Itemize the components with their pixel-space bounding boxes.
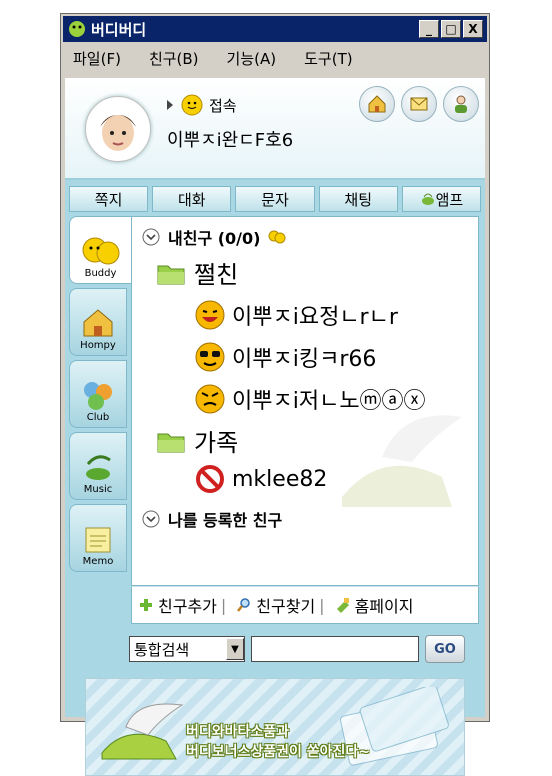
friend-name: 이뿌ㅈi요정ㄴrㄴr: [232, 305, 398, 330]
laughing-emoticon-icon: [195, 300, 225, 330]
green-folder-icon: [157, 433, 185, 452]
sidebar-item-music[interactable]: Music: [69, 432, 127, 500]
add-friend-label: 친구추가: [158, 597, 217, 616]
menu-bar: 파일(F) 친구(B) 기능(A) 도구(T): [63, 44, 487, 72]
link-separator: |: [319, 595, 325, 615]
group-name: 가족: [194, 429, 239, 457]
tab-amp-label: 앰프: [435, 190, 464, 209]
group-folder-family[interactable]: 가족: [156, 423, 238, 458]
promo-banner[interactable]: 버디와바타소품과 버디보너스상품권이 쏟아진다~: [85, 678, 465, 776]
registered-me-header[interactable]: 나를 등록한 친구: [142, 507, 282, 531]
link-separator: |: [220, 595, 227, 615]
find-friend-button[interactable]: 친구찾기: [236, 593, 315, 617]
group-folder-close-friends[interactable]: 쩔친: [156, 255, 238, 290]
avatar[interactable]: [85, 96, 151, 162]
registered-me-label: 나를 등록한 친구: [168, 511, 283, 530]
window-title: 버디버디: [91, 20, 147, 39]
club-icon: [84, 382, 112, 410]
tab-amp[interactable]: 앰프: [401, 186, 482, 212]
main-panel: 접속 이뿌ㅈi완ㄷF호6 쪽지 대화 문자 채팅 앰프 Buddy Hompy …: [65, 78, 485, 776]
tab-sms[interactable]: 문자: [235, 186, 315, 212]
sidebar-label-memo: Memo: [82, 556, 114, 567]
nickname[interactable]: 이뿌ㅈi완ㄷF호6: [167, 126, 293, 152]
plus-icon: [140, 599, 152, 611]
friend-name: 이뿌ㅈi저ㄴ노ⓜⓐⓧ: [232, 389, 426, 414]
friends-group-icon: [268, 230, 286, 244]
title-bar[interactable]: 버디버디 _ □ X: [63, 16, 487, 42]
mail-icon[interactable]: [401, 86, 437, 122]
friend-item[interactable]: mklee82: [194, 463, 327, 495]
search-input[interactable]: [251, 636, 419, 662]
sunglasses-emoticon-icon: [195, 342, 225, 372]
winged-shoe-icon: [101, 703, 184, 760]
search-category-select[interactable]: 통합검색 ▼: [129, 636, 245, 662]
menu-function[interactable]: 기능(A): [227, 48, 277, 69]
collapse-chevron-icon[interactable]: [142, 510, 160, 528]
homepage-button[interactable]: 홈페이지: [335, 593, 414, 617]
friend-list: 내친구 (0/0) 쩔친 이뿌ㅈi요정ㄴrㄴr 이뿌ㅈi킹ㅋr66 이뿌ㅈi저ㄴ…: [131, 216, 479, 586]
minimize-button[interactable]: _: [419, 20, 439, 38]
buddy-icon: [82, 237, 119, 265]
maximize-button[interactable]: □: [441, 20, 461, 38]
friend-item[interactable]: 이뿌ㅈi저ㄴ노ⓜⓐⓧ: [194, 383, 426, 415]
search-bar: 통합검색 ▼ GO: [129, 634, 465, 664]
tab-talk[interactable]: 대화: [152, 186, 232, 212]
find-friend-label: 친구찾기: [256, 597, 316, 616]
close-button[interactable]: X: [463, 20, 483, 38]
friend-name: mklee82: [232, 466, 328, 492]
bottom-links: 친구추가 | 친구찾기 | 홈페이지: [131, 586, 479, 624]
tab-note[interactable]: 쪽지: [69, 186, 149, 212]
go-button[interactable]: GO: [425, 635, 465, 663]
angry-emoticon-icon: [195, 384, 225, 414]
function-tabs: 쪽지 대화 문자 채팅 앰프: [69, 186, 482, 212]
home-icon[interactable]: [359, 86, 395, 122]
group-name: 쩔친: [194, 261, 239, 289]
buddy-app-icon: [69, 21, 85, 37]
banner-line-1: 버디와바타소품과: [186, 724, 290, 740]
blocked-icon: [196, 465, 224, 493]
menu-friend[interactable]: 친구(B): [149, 48, 199, 69]
my-friends-header[interactable]: 내친구 (0/0): [142, 225, 286, 249]
amp-icon: [421, 193, 434, 205]
sidebar-item-hompy[interactable]: Hompy: [69, 288, 127, 356]
tab-chat[interactable]: 채팅: [318, 186, 398, 212]
online-emoticon-icon: [181, 94, 203, 116]
my-icon[interactable]: [443, 86, 479, 122]
search-icon: [237, 598, 251, 612]
friend-item[interactable]: 이뿌ㅈi요정ㄴrㄴr: [194, 299, 398, 331]
my-friends-label: 내친구 (0/0): [168, 229, 261, 248]
menu-file[interactable]: 파일(F): [73, 48, 121, 69]
memo-icon: [85, 527, 111, 553]
sidebar-label-club: Club: [86, 412, 110, 423]
sidebar-label-hompy: Hompy: [80, 340, 116, 351]
sidebar-label-music: Music: [83, 484, 113, 495]
friend-item[interactable]: 이뿌ㅈi킹ㅋr66: [194, 341, 376, 373]
homepage-label: 홈페이지: [354, 597, 414, 616]
menu-tools[interactable]: 도구(T): [304, 48, 352, 69]
green-folder-icon: [157, 265, 185, 284]
sidebar-item-memo[interactable]: Memo: [69, 504, 127, 572]
friend-name: 이뿌ㅈi킹ㅋr66: [232, 347, 377, 372]
sidebar-item-club[interactable]: Club: [69, 360, 127, 428]
profile-area: 접속 이뿌ㅈi완ㄷF호6: [65, 78, 485, 180]
status-label[interactable]: 접속: [209, 95, 237, 116]
music-icon: [86, 455, 111, 480]
banner-line-2: 버디보너스상품권이 쏟아진다~: [186, 744, 371, 760]
buddybuddy-window: 버디버디 _ □ X 파일(F) 친구(B) 기능(A) 도구(T) 접속 이뿌…: [60, 13, 490, 776]
homepage-icon: [336, 598, 349, 613]
collapse-chevron-icon[interactable]: [142, 228, 160, 246]
status-arrow-icon[interactable]: [165, 99, 175, 111]
add-friend-button[interactable]: 친구추가: [138, 593, 217, 617]
sidebar-label-buddy: Buddy: [84, 268, 117, 279]
search-category-value: 통합검색: [134, 640, 190, 659]
sidebar-item-buddy[interactable]: Buddy: [69, 216, 131, 284]
hompy-icon: [83, 309, 113, 337]
avatar-face-icon: [100, 115, 136, 151]
dropdown-arrow-icon[interactable]: ▼: [226, 638, 244, 660]
